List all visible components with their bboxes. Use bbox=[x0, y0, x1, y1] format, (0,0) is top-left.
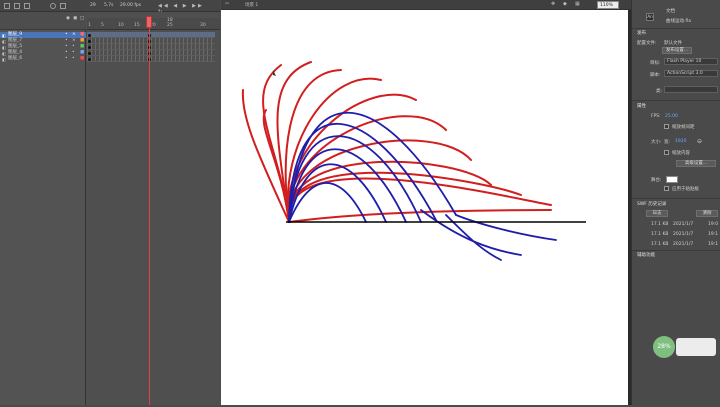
class-label: 类: bbox=[656, 89, 663, 94]
ruler-number: 25 bbox=[167, 23, 173, 28]
profile-value: 默认文件 bbox=[664, 41, 682, 46]
history-list: 17.1 KB 2021/1/7 19:0 17.1 KB 2021/1/7 1… bbox=[646, 220, 718, 252]
stage-toolbar: ⇦ 场景 1 ✥ ◆ ▦ bbox=[221, 0, 631, 10]
frame-row[interactable] bbox=[87, 56, 215, 62]
lock-icon[interactable]: ▣ bbox=[73, 16, 77, 21]
layer-icon: ◧ bbox=[2, 57, 6, 62]
blue-curve bbox=[420, 209, 522, 256]
playback-controls[interactable]: ◀◀ ◀ ▶ ▶▶ ↻ bbox=[158, 3, 208, 15]
ruler-number: 10 bbox=[118, 23, 124, 28]
layer-list bbox=[0, 12, 86, 405]
history-date: 2021/1/7 bbox=[673, 222, 694, 227]
frame-ruler[interactable]: 1 5 10 15 20 25 30 18 bbox=[87, 18, 220, 30]
scale-content-checkbox[interactable] bbox=[664, 150, 669, 155]
publish-section-title[interactable]: 发布 bbox=[637, 30, 646, 36]
history-size: 17.1 KB bbox=[651, 222, 669, 227]
divider bbox=[632, 250, 720, 251]
apply-pasteboard-checkbox[interactable] bbox=[664, 186, 669, 191]
size-label: 大小: bbox=[651, 140, 662, 145]
advanced-settings-button[interactable]: 高级设置... bbox=[676, 160, 716, 167]
history-time: 19:0 bbox=[708, 222, 719, 227]
script-label: 脚本: bbox=[650, 73, 661, 78]
history-size: 17.1 KB bbox=[651, 242, 669, 247]
timeline-toolbar: 29 5.7s 29.00 fps ◀◀ ◀ ▶ ▶▶ ↻ bbox=[0, 0, 220, 15]
link-icon[interactable]: ⊖ bbox=[697, 138, 702, 145]
zoom-select[interactable]: 110% bbox=[597, 1, 619, 9]
profile-label: 配置文件: bbox=[637, 41, 657, 46]
fps-readout: 29.00 fps bbox=[120, 3, 142, 8]
keyframe[interactable] bbox=[88, 40, 91, 43]
history-date: 2021/1/7 bbox=[673, 232, 694, 237]
history-size: 17.1 KB bbox=[651, 232, 669, 237]
keyframe[interactable] bbox=[88, 34, 91, 37]
layer-name: 图层_6 bbox=[8, 56, 23, 61]
target-label: 目标: bbox=[650, 61, 661, 66]
fps-value[interactable]: 25.00 bbox=[665, 114, 678, 119]
document-icon: An bbox=[646, 13, 654, 21]
layer-header: ◉ ▣ □ bbox=[0, 12, 86, 30]
stage-color-label: 舞台: bbox=[651, 178, 662, 183]
fps-label: FPS: bbox=[651, 114, 661, 119]
drawing-svg bbox=[241, 61, 586, 261]
camera-icon[interactable] bbox=[50, 3, 56, 9]
scene-label[interactable]: 场景 1 bbox=[245, 2, 258, 8]
scale-content-label: 缩放内容 bbox=[672, 151, 690, 156]
clear-button[interactable]: 清除 bbox=[696, 210, 718, 217]
class-input[interactable] bbox=[664, 86, 718, 93]
time-readout: 5.7s bbox=[104, 3, 114, 8]
keyframe[interactable] bbox=[88, 52, 91, 55]
layer-row[interactable]: ◧ 图层_6 • • ■ bbox=[0, 56, 86, 62]
frames-area[interactable] bbox=[87, 12, 220, 405]
visibility-toggle[interactable]: • bbox=[65, 56, 68, 62]
outline-icon[interactable]: □ bbox=[80, 16, 84, 21]
back-arrow-icon[interactable]: ⇦ bbox=[225, 1, 229, 7]
ruler-number: 15 bbox=[134, 23, 140, 28]
ruler-number: 5 bbox=[101, 23, 104, 28]
snap-icon[interactable]: ✥ bbox=[551, 1, 555, 7]
history-time: 19:1 bbox=[708, 232, 719, 237]
divider bbox=[632, 198, 720, 199]
edit-symbols-icon[interactable]: ◆ bbox=[563, 1, 567, 7]
apply-pasteboard-label: 应用于粘贴板 bbox=[672, 187, 699, 192]
keyframe[interactable] bbox=[88, 46, 91, 49]
eye-icon[interactable]: ◉ bbox=[66, 16, 70, 21]
divider bbox=[632, 100, 720, 101]
frame-readout: 29 bbox=[90, 3, 96, 8]
blue-curve bbox=[455, 214, 557, 241]
history-time: 19:1 bbox=[708, 242, 719, 247]
ruler-number: 30 bbox=[200, 23, 206, 28]
stage-color-swatch[interactable] bbox=[666, 176, 678, 183]
ruler-number: 1 bbox=[88, 23, 91, 28]
doc-label: 文档 bbox=[666, 9, 675, 14]
new-layer-icon[interactable] bbox=[4, 3, 10, 9]
parent-icon[interactable] bbox=[60, 3, 66, 9]
history-date: 2021/1/7 bbox=[673, 242, 694, 247]
playhead[interactable] bbox=[146, 16, 152, 28]
target-select[interactable]: Flash Player 10 bbox=[664, 58, 718, 65]
width-value[interactable]: 1920 bbox=[675, 139, 686, 144]
new-folder-icon[interactable] bbox=[14, 3, 20, 9]
width-label: 宽: bbox=[664, 140, 671, 145]
clip-icon[interactable]: ▦ bbox=[575, 1, 580, 7]
log-button[interactable]: 日志 bbox=[646, 210, 668, 217]
current-frame-number: 18 bbox=[167, 18, 173, 23]
divider bbox=[632, 28, 720, 29]
script-select[interactable]: ActionScript 3.0 bbox=[664, 70, 718, 77]
red-curve bbox=[287, 177, 552, 223]
delete-layer-icon[interactable] bbox=[24, 3, 30, 9]
scale-spans-checkbox[interactable] bbox=[664, 124, 669, 129]
badge-card bbox=[676, 338, 716, 356]
properties-section-title[interactable]: 属性 bbox=[637, 103, 646, 109]
playhead-line bbox=[149, 18, 150, 405]
keyframe[interactable] bbox=[88, 58, 91, 61]
scale-spans-label: 缩放帧间距 bbox=[672, 125, 695, 130]
doc-name: 曲线运动.fla bbox=[666, 19, 692, 24]
swf-history-title[interactable]: SWF 历史记录 bbox=[637, 201, 666, 207]
publish-settings-button[interactable]: 发布设置... bbox=[662, 47, 692, 54]
accessibility-section-title[interactable]: 辅助功能 bbox=[637, 252, 655, 258]
lock-toggle[interactable]: • bbox=[72, 56, 75, 62]
progress-badge[interactable]: 28% bbox=[653, 336, 675, 358]
outline-color[interactable]: ■ bbox=[80, 56, 84, 62]
stage-canvas[interactable] bbox=[221, 10, 628, 405]
